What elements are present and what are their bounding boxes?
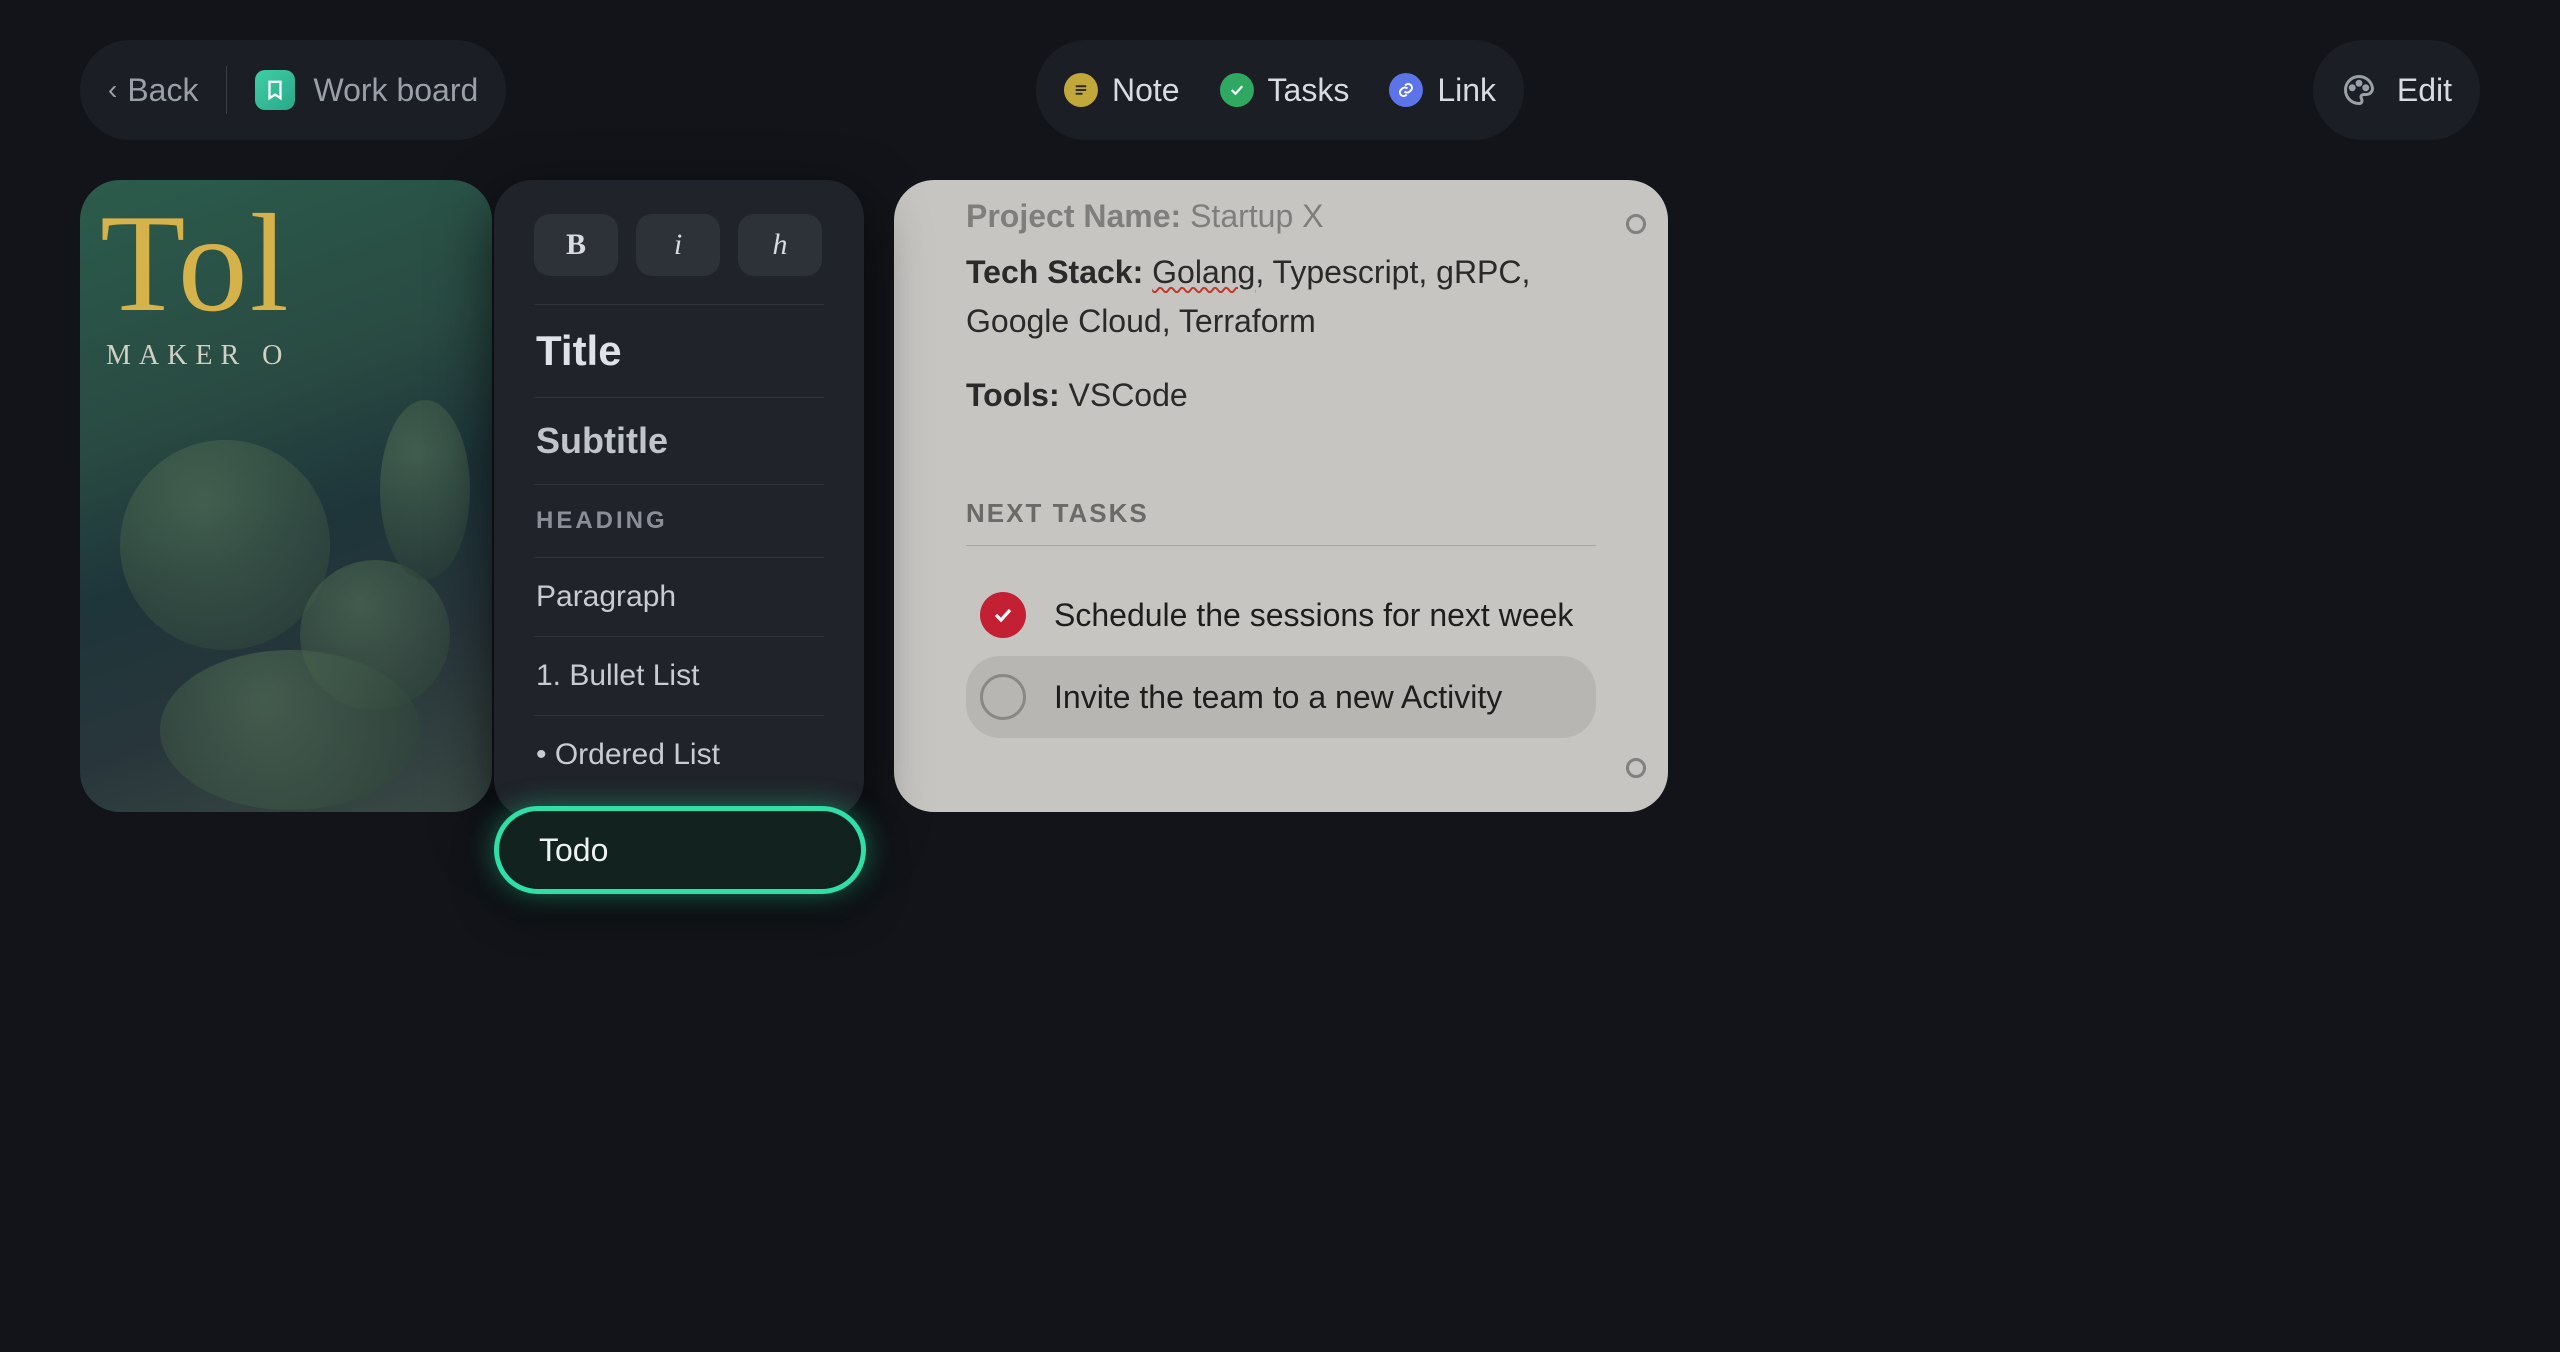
task-row[interactable]: Schedule the sessions for next week <box>966 574 1596 656</box>
format-option-bullet-list[interactable]: 1. Bullet List <box>534 636 824 715</box>
project-label: Project Name: <box>966 198 1181 234</box>
image-decor <box>160 650 420 810</box>
format-option-heading[interactable]: HEADING <box>534 484 824 557</box>
edit-button[interactable]: Edit <box>2397 72 2452 109</box>
app-header: ‹ Back Work board Note <box>80 40 2480 140</box>
next-tasks-heading: NEXT TASKS <box>966 498 1596 529</box>
format-option-ordered-list[interactable]: • Ordered List <box>534 715 824 794</box>
board-icon <box>255 70 295 110</box>
tools-value: VSCode <box>1069 377 1188 413</box>
image-decor <box>120 440 330 650</box>
header-left-group: ‹ Back Work board <box>80 40 506 140</box>
checkbox-checked-icon[interactable] <box>980 592 1026 638</box>
image-card[interactable]: Tol MAKER O <box>80 180 492 812</box>
task-row-selected[interactable]: Invite the team to a new Activity <box>966 656 1596 738</box>
image-subtitle-fragment: MAKER O <box>106 340 290 372</box>
back-button[interactable]: ‹ Back <box>108 72 198 109</box>
note-card[interactable]: Project Name: Startup X Tech Stack: Gola… <box>894 180 1668 812</box>
note-line-project: Project Name: Startup X <box>966 192 1596 242</box>
task-text: Invite the team to a new Activity <box>1054 679 1502 716</box>
back-label: Back <box>127 72 198 109</box>
tech-value-spelled: Golang <box>1152 254 1255 290</box>
tech-label: Tech Stack: <box>966 254 1143 290</box>
header-center-group: Note Tasks Link <box>1036 40 1524 140</box>
chevron-left-icon: ‹ <box>108 74 117 106</box>
format-option-paragraph[interactable]: Paragraph <box>534 557 824 636</box>
note-line-tech: Tech Stack: Golang, Typescript, gRPC, Go… <box>966 248 1596 347</box>
segment-link-label: Link <box>1437 72 1496 109</box>
segment-tasks-label: Tasks <box>1268 72 1350 109</box>
segment-link[interactable]: Link <box>1389 72 1496 109</box>
divider <box>226 66 227 114</box>
segment-tasks[interactable]: Tasks <box>1220 72 1350 109</box>
italic-button[interactable]: i <box>636 214 720 276</box>
header-right-group: Edit <box>2313 40 2480 140</box>
bold-button[interactable]: B <box>534 214 618 276</box>
checkbox-empty-icon[interactable] <box>980 674 1026 720</box>
tools-label: Tools: <box>966 377 1060 413</box>
resize-handle-icon[interactable] <box>1626 214 1646 234</box>
task-text: Schedule the sessions for next week <box>1054 597 1573 634</box>
image-decor <box>380 400 470 580</box>
format-option-todo-highlighted[interactable]: Todo <box>494 806 866 894</box>
format-popup: B i h Title Subtitle HEADING Paragraph 1… <box>494 180 864 818</box>
format-option-title[interactable]: Title <box>534 304 824 397</box>
image-title-fragment: Tol <box>100 194 291 334</box>
heading-button[interactable]: h <box>738 214 822 276</box>
palette-icon[interactable] <box>2341 72 2377 108</box>
section-divider <box>966 545 1596 546</box>
board-label: Work board <box>313 72 478 109</box>
note-line-tools: Tools: VSCode <box>966 371 1596 421</box>
tasks-icon <box>1220 73 1254 107</box>
note-icon <box>1064 73 1098 107</box>
resize-handle-icon[interactable] <box>1626 758 1646 778</box>
format-button-row: B i h <box>534 214 824 276</box>
format-option-subtitle[interactable]: Subtitle <box>534 397 824 484</box>
board-selector[interactable]: Work board <box>255 70 478 110</box>
segment-note[interactable]: Note <box>1064 72 1180 109</box>
project-value: Startup X <box>1190 198 1323 234</box>
link-icon <box>1389 73 1423 107</box>
segment-note-label: Note <box>1112 72 1180 109</box>
